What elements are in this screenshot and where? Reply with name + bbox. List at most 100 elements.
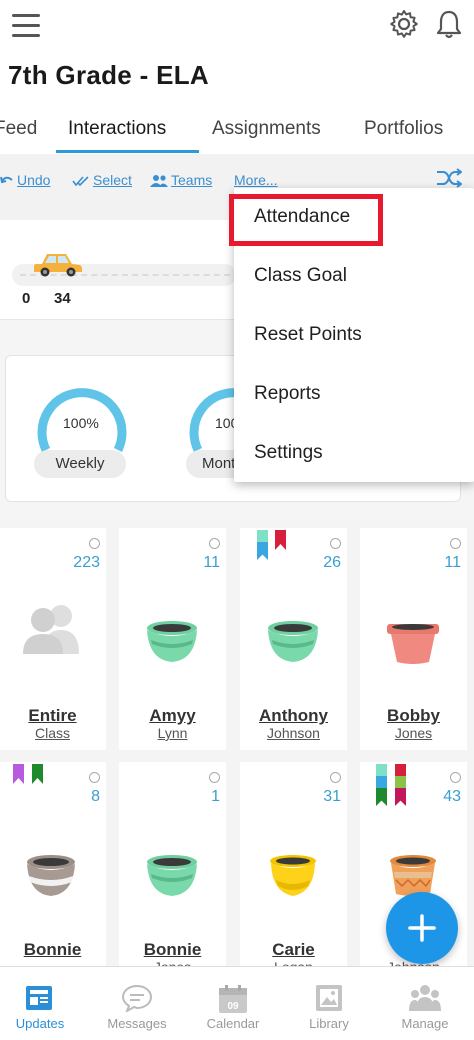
nav-manage[interactable] bbox=[380, 984, 470, 1017]
student-card-bonnie-jones[interactable]: 1 Bonnie Jones bbox=[119, 762, 226, 984]
red-pot-icon bbox=[387, 624, 439, 664]
badge-flag-icon bbox=[275, 530, 286, 550]
badge-flag-icon bbox=[376, 788, 387, 806]
student-card-amyy[interactable]: 11 Amyy Lynn bbox=[119, 528, 226, 750]
updates-icon bbox=[26, 986, 52, 1010]
bell-icon[interactable] bbox=[434, 8, 464, 40]
tab-bar: Feed Interactions Assignments Portfolios bbox=[0, 112, 474, 154]
tab-interactions[interactable]: Interactions bbox=[68, 118, 166, 140]
select-circle[interactable] bbox=[450, 772, 461, 783]
points-count: 43 bbox=[443, 788, 461, 805]
points-count: 11 bbox=[203, 554, 220, 571]
nav-calendar-label: Calendar bbox=[206, 1016, 260, 1031]
page-title: 7th Grade - ELA bbox=[8, 60, 209, 90]
student-card-bobby[interactable]: 11 Bobby Jones bbox=[360, 528, 467, 750]
weekly-pill[interactable]: Weekly bbox=[34, 450, 126, 478]
nav-updates[interactable] bbox=[0, 984, 85, 1017]
select-circle[interactable] bbox=[330, 772, 341, 783]
teams-button[interactable]: Teams bbox=[150, 172, 212, 188]
plus-icon bbox=[408, 914, 436, 942]
student-last-name: Class bbox=[34, 725, 70, 741]
shuffle-icon[interactable] bbox=[436, 168, 462, 188]
points-count: 1 bbox=[211, 788, 220, 805]
weekly-value: 100% bbox=[63, 415, 99, 431]
green-pot-icon bbox=[268, 621, 318, 662]
more-button[interactable]: More... bbox=[234, 172, 278, 188]
student-first-name: Amyy bbox=[149, 706, 196, 725]
student-card-anthony[interactable]: 26 Anthony Johnson bbox=[240, 528, 347, 750]
points-count: 26 bbox=[323, 554, 341, 571]
select-circle[interactable] bbox=[209, 772, 220, 783]
attendance-highlight-box bbox=[229, 194, 383, 246]
badge-flag-icon bbox=[395, 764, 406, 776]
messages-icon bbox=[121, 984, 153, 1014]
student-first-name: Anthony bbox=[259, 706, 328, 725]
student-card-bonnie[interactable]: 8 Bonnie bbox=[0, 762, 106, 984]
select-button[interactable]: Select bbox=[72, 172, 132, 188]
badge-flag-icon bbox=[395, 776, 406, 788]
nav-messages[interactable] bbox=[92, 984, 182, 1017]
points-count: 11 bbox=[444, 554, 461, 571]
student-first-name: Bonnie bbox=[143, 940, 202, 959]
people-icon bbox=[150, 175, 168, 187]
nav-messages-label: Messages bbox=[107, 1016, 167, 1031]
hamburger-menu-icon[interactable] bbox=[12, 14, 40, 38]
nav-updates-label: Updates bbox=[15, 1016, 65, 1031]
badge-flag-icon bbox=[395, 788, 406, 806]
nav-manage-label: Manage bbox=[401, 1016, 449, 1031]
menu-item-settings[interactable]: Settings bbox=[254, 442, 323, 464]
undo-button[interactable]: Undo bbox=[0, 172, 50, 188]
green-pot-icon bbox=[147, 855, 197, 896]
undo-icon bbox=[0, 176, 13, 184]
yellow-pot-icon bbox=[270, 855, 316, 896]
student-card-carie[interactable]: 31 Carie Logan bbox=[240, 762, 347, 984]
student-card-entire-class[interactable]: 223 Entire Class bbox=[0, 528, 106, 750]
manage-icon bbox=[409, 985, 441, 1011]
student-first-name: Carie bbox=[272, 940, 315, 959]
student-last-name: Jones bbox=[394, 725, 433, 741]
nav-calendar[interactable]: 09 bbox=[188, 984, 278, 1019]
teams-label: Teams bbox=[171, 172, 213, 188]
menu-item-class-goal[interactable]: Class Goal bbox=[254, 265, 347, 287]
double-check-icon bbox=[72, 176, 89, 187]
student-first-name: Bonnie bbox=[23, 940, 82, 959]
student-first-name: Entire bbox=[28, 706, 77, 725]
points-count: 31 bbox=[323, 788, 341, 805]
badge-flag-icon bbox=[257, 542, 268, 560]
badge-flag-icon bbox=[376, 776, 387, 788]
progress-current-label: 34 bbox=[54, 290, 71, 307]
badge-flag-icon bbox=[32, 764, 43, 784]
tab-portfolios[interactable]: Portfolios bbox=[364, 118, 443, 140]
badge-flag-icon bbox=[13, 764, 24, 784]
badge-flag-icon bbox=[376, 764, 387, 776]
nav-library-label: Library bbox=[309, 1016, 349, 1031]
select-circle[interactable] bbox=[450, 538, 461, 549]
top-bar bbox=[0, 0, 474, 56]
gray-pot-icon bbox=[27, 855, 75, 896]
points-count: 223 bbox=[73, 554, 100, 571]
menu-item-reports[interactable]: Reports bbox=[254, 383, 321, 405]
select-label: Select bbox=[93, 172, 132, 188]
gear-icon[interactable] bbox=[388, 8, 420, 40]
green-pot-icon bbox=[147, 621, 197, 662]
nav-library[interactable] bbox=[284, 984, 374, 1017]
library-icon bbox=[316, 985, 342, 1011]
student-last-name: Lynn bbox=[157, 725, 188, 741]
tab-assignments[interactable]: Assignments bbox=[212, 118, 321, 140]
student-first-name: Bobby bbox=[387, 706, 440, 725]
select-circle[interactable] bbox=[89, 772, 100, 783]
select-circle[interactable] bbox=[330, 538, 341, 549]
undo-label: Undo bbox=[17, 172, 51, 188]
menu-item-reset-points[interactable]: Reset Points bbox=[254, 324, 362, 346]
points-count: 8 bbox=[91, 788, 100, 805]
active-tab-indicator bbox=[56, 150, 199, 153]
car-icon bbox=[34, 254, 82, 277]
select-circle[interactable] bbox=[209, 538, 220, 549]
progress-start-label: 0 bbox=[22, 290, 31, 307]
calendar-day-number: 09 bbox=[227, 1001, 239, 1012]
add-fab-button[interactable] bbox=[386, 892, 458, 964]
tab-feed[interactable]: Feed bbox=[0, 118, 37, 140]
calendar-icon: 09 bbox=[219, 985, 247, 1013]
student-last-name: Johnson bbox=[267, 725, 320, 741]
select-circle[interactable] bbox=[89, 538, 100, 549]
